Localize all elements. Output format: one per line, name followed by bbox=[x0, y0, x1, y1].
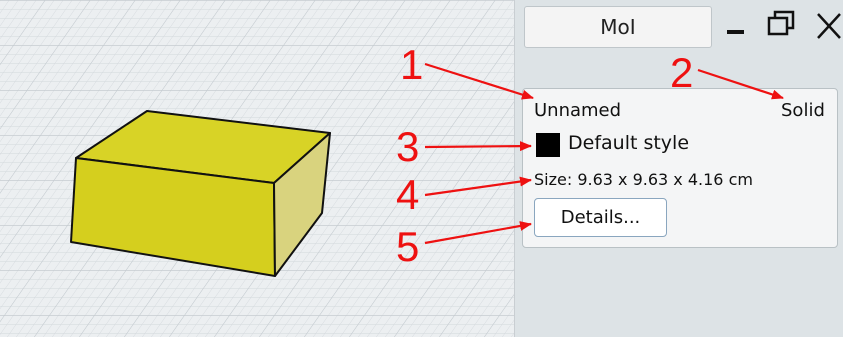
annotation-marker-4: 4 bbox=[396, 171, 420, 218]
style-color-swatch[interactable] bbox=[536, 133, 560, 157]
close-icon[interactable] bbox=[814, 8, 843, 44]
app-title-button[interactable]: MoI bbox=[524, 6, 712, 48]
annotation-marker-5: 5 bbox=[396, 223, 420, 270]
3d-viewport[interactable] bbox=[0, 0, 515, 337]
object-name-field[interactable]: Unnamed bbox=[534, 100, 621, 121]
annotation-marker-2: 2 bbox=[670, 49, 694, 96]
details-button[interactable]: Details... bbox=[534, 198, 667, 237]
annotation-marker-1: 1 bbox=[400, 41, 424, 88]
restore-icon[interactable] bbox=[766, 8, 798, 44]
object-type-label: Solid bbox=[781, 100, 825, 121]
minimize-icon[interactable] bbox=[724, 8, 748, 44]
style-dropdown[interactable]: Default style bbox=[568, 132, 689, 154]
object-size-label: Size: 9.63 x 9.63 x 4.16 cm bbox=[534, 170, 753, 189]
annotation-marker-3: 3 bbox=[396, 123, 420, 170]
